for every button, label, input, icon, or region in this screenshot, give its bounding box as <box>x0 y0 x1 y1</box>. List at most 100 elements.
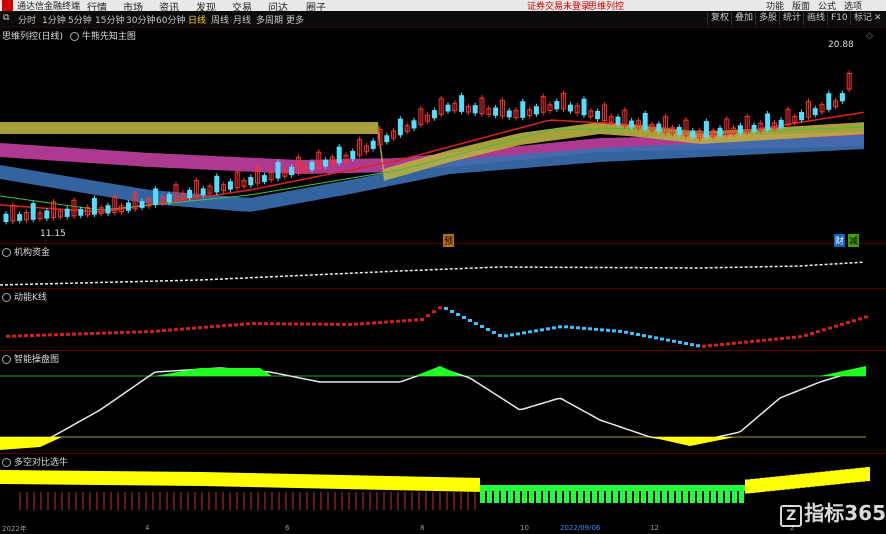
bull-bar <box>260 473 265 488</box>
bear-bar <box>676 485 681 503</box>
bull-bar <box>65 470 70 485</box>
momentum-dot <box>762 338 766 342</box>
bull-bar <box>865 467 870 482</box>
bull-bar <box>295 474 300 489</box>
bull-bar <box>340 475 345 489</box>
event-badge-finance[interactable]: 财 <box>834 234 846 247</box>
bull-bar <box>195 471 200 486</box>
momentum-dot <box>78 332 82 336</box>
momentum-dot <box>354 322 358 326</box>
bull-bar <box>165 471 170 486</box>
bull-bar <box>395 476 400 491</box>
bear-bar <box>725 485 730 503</box>
momentum-dot <box>162 329 166 333</box>
axis-label: 4 <box>145 524 150 532</box>
momentum-dot <box>558 325 562 329</box>
momentum-dot <box>126 330 130 334</box>
bull-bar <box>370 475 375 490</box>
candle-body <box>323 159 329 167</box>
bull-bar <box>860 467 865 482</box>
bull-bar <box>150 471 155 486</box>
bull-bar <box>215 472 220 487</box>
momentum-dot <box>786 336 790 340</box>
momentum-dot <box>696 344 700 348</box>
momentum-dot <box>6 334 10 338</box>
event-badge-forecast[interactable]: 预 <box>443 234 455 247</box>
candle-body <box>520 101 526 118</box>
momentum-dot <box>480 325 484 328</box>
momentum-dot <box>408 318 412 322</box>
momentum-dot <box>66 332 70 336</box>
candle-body <box>615 116 621 125</box>
bear-bar <box>515 485 520 503</box>
bull-bar <box>380 475 385 490</box>
momentum-dot <box>738 341 742 345</box>
momentum-dot <box>462 316 466 319</box>
momentum-dot <box>276 322 280 326</box>
momentum-dot <box>36 333 40 337</box>
bull-bar <box>430 476 435 491</box>
candle-body <box>91 198 97 215</box>
momentum-dot <box>294 322 298 326</box>
candle-body <box>656 123 662 132</box>
bull-bar <box>325 474 330 489</box>
momentum-dot <box>228 323 232 327</box>
momentum-dot <box>414 318 418 322</box>
bull-bar <box>450 477 455 492</box>
bull-bar <box>140 471 145 486</box>
bull-bar <box>855 468 860 483</box>
momentum-dot <box>822 328 826 332</box>
candle-body <box>472 105 478 114</box>
candle-body <box>778 119 784 129</box>
momentum-dot <box>288 322 292 326</box>
bull-bar <box>0 470 5 484</box>
bear-bar <box>529 485 534 503</box>
axis-label: 12 <box>650 524 659 532</box>
candle-body <box>187 189 193 199</box>
candle-body <box>370 140 376 149</box>
momentum-dot <box>450 310 454 313</box>
bull-bar <box>345 475 350 490</box>
bear-bar <box>501 485 506 503</box>
bull-bar <box>85 470 90 485</box>
watermark: Z 指标365 <box>780 497 886 527</box>
bull-bar <box>795 474 800 489</box>
kline-chart-canvas[interactable] <box>0 0 886 533</box>
candle-body <box>289 166 295 176</box>
bear-bar <box>494 485 499 503</box>
bull-bar <box>95 470 100 485</box>
bull-bar <box>415 476 420 491</box>
candle-body <box>690 130 696 138</box>
momentum-dot <box>564 325 568 329</box>
candle-body <box>717 127 723 137</box>
bear-bar <box>662 485 667 503</box>
candle-body <box>200 188 206 196</box>
candle-body <box>105 205 111 214</box>
bull-bar <box>275 473 280 488</box>
momentum-dot <box>840 322 844 326</box>
momentum-dot <box>546 327 550 331</box>
momentum-dot <box>174 328 178 332</box>
bull-bar <box>230 472 235 487</box>
bull-bar <box>780 475 785 490</box>
event-badge-reduce[interactable]: 减 <box>848 234 860 247</box>
low-price-label: 11.15 <box>40 229 66 239</box>
momentum-dot <box>456 313 460 316</box>
bull-bar <box>160 471 165 486</box>
bull-bar <box>130 471 135 486</box>
momentum-dot <box>270 322 274 326</box>
bull-bar <box>280 473 285 488</box>
momentum-dot <box>540 328 544 332</box>
momentum-dot <box>648 335 652 339</box>
bull-bar <box>765 477 770 492</box>
candle-body <box>78 208 84 216</box>
bear-bar <box>613 485 618 503</box>
momentum-dot <box>378 321 382 324</box>
overbought-area <box>820 366 866 376</box>
expand-icon[interactable]: ◇ <box>866 31 873 41</box>
momentum-dot <box>582 326 586 330</box>
bull-bar <box>420 476 425 491</box>
bull-bar <box>470 477 475 492</box>
momentum-dot <box>654 336 658 340</box>
momentum-dot <box>708 344 712 348</box>
